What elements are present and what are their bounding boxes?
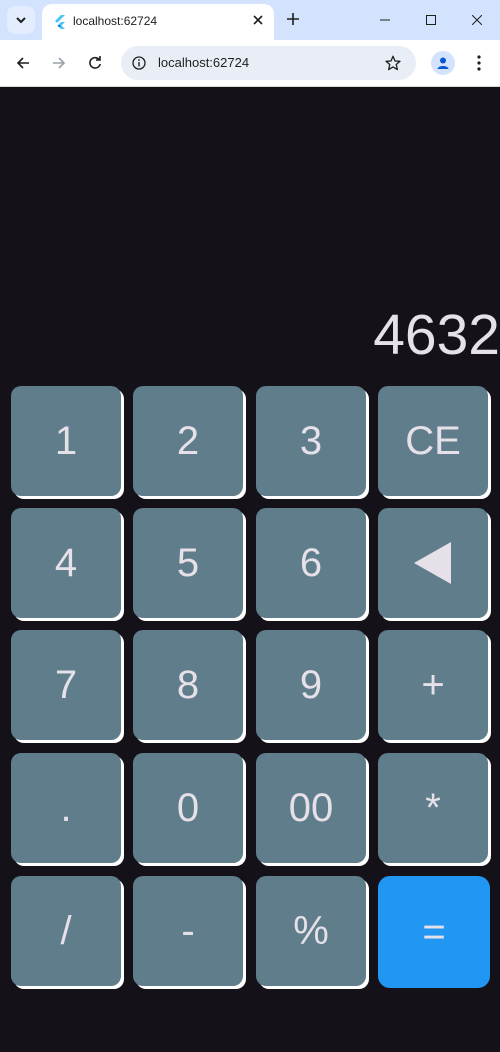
- info-icon: [132, 56, 146, 70]
- chevron-down-icon: [16, 17, 26, 24]
- key-3[interactable]: 3: [256, 386, 366, 496]
- key-6[interactable]: 6: [256, 508, 366, 618]
- key-7[interactable]: 7: [11, 630, 121, 740]
- key-decimal[interactable]: .: [11, 753, 121, 863]
- key-5[interactable]: 5: [133, 508, 243, 618]
- key-label: +: [421, 662, 445, 707]
- close-icon: [253, 15, 263, 25]
- tab-close-button[interactable]: [248, 10, 268, 30]
- key-label: *: [425, 785, 441, 830]
- maximize-button[interactable]: [408, 0, 454, 40]
- key-2[interactable]: 2: [133, 386, 243, 496]
- key-label: %: [293, 908, 329, 953]
- arrow-left-icon: [16, 57, 29, 69]
- calculator-app: 4632 1 2 3 CE 4 5 6 7 8 9 +. 0 00 * / -% =: [0, 87, 500, 1052]
- avatar-icon: [437, 57, 449, 69]
- key-label: CE: [405, 418, 461, 463]
- minimize-button[interactable]: [362, 0, 408, 40]
- minimize-icon: [380, 19, 390, 21]
- key-label: 0: [176, 785, 200, 830]
- key-minus[interactable]: -: [133, 876, 243, 986]
- tab-strip: localhost:62724: [0, 0, 500, 40]
- profile-button[interactable]: [431, 51, 455, 75]
- key-divide[interactable]: /: [11, 876, 121, 986]
- key-multiply[interactable]: *: [378, 753, 488, 863]
- browser-toolbar: localhost:62724: [0, 40, 500, 87]
- key-1[interactable]: 1: [11, 386, 121, 496]
- arrow-right-icon: [53, 57, 66, 69]
- flutter-favicon-icon: [55, 15, 65, 29]
- key-label: 9: [299, 662, 323, 707]
- key-label: 7: [54, 662, 78, 707]
- browser-menu-button[interactable]: [467, 49, 491, 77]
- key-label: 5: [176, 540, 200, 585]
- back-button[interactable]: [9, 49, 37, 77]
- key-label: 1: [54, 418, 78, 463]
- browser-tab[interactable]: localhost:62724: [42, 4, 274, 40]
- key-label: =: [422, 909, 446, 954]
- key-4[interactable]: 4: [11, 508, 121, 618]
- key-percent[interactable]: %: [256, 876, 366, 986]
- backspace-triangle-icon: [414, 542, 451, 584]
- key-label: 2: [176, 418, 200, 463]
- new-tab-button[interactable]: [282, 8, 304, 30]
- key-8[interactable]: 8: [133, 630, 243, 740]
- key-label: 6: [299, 540, 323, 585]
- tab-search-button[interactable]: [7, 6, 35, 34]
- more-vertical-icon: [477, 55, 481, 71]
- plus-icon: [287, 13, 299, 25]
- calculator-display: 4632: [373, 303, 500, 367]
- key-label: 3: [299, 418, 323, 463]
- key-label: 4: [54, 540, 78, 585]
- address-bar[interactable]: localhost:62724: [121, 46, 416, 80]
- window-close-button[interactable]: [454, 0, 500, 40]
- key-double-zero[interactable]: 00: [256, 753, 366, 863]
- reload-button[interactable]: [81, 49, 109, 77]
- site-info-button[interactable]: [127, 51, 151, 75]
- bookmark-button[interactable]: [382, 52, 404, 74]
- key-label: 00: [288, 785, 334, 830]
- key-plus[interactable]: +: [378, 630, 488, 740]
- key-0[interactable]: 0: [133, 753, 243, 863]
- key-label: .: [60, 785, 72, 830]
- forward-button[interactable]: [45, 49, 73, 77]
- key-clear-entry[interactable]: CE: [378, 386, 488, 496]
- key-label: /: [60, 908, 72, 953]
- key-label: 8: [176, 662, 200, 707]
- star-icon: [385, 55, 401, 71]
- maximize-icon: [426, 15, 436, 25]
- key-label: -: [181, 908, 195, 953]
- key-equals[interactable]: =: [378, 876, 490, 988]
- url-text[interactable]: localhost:62724: [158, 55, 249, 70]
- key-backspace[interactable]: [378, 508, 488, 618]
- key-9[interactable]: 9: [256, 630, 366, 740]
- close-icon: [472, 15, 482, 25]
- reload-icon: [89, 56, 101, 69]
- tab-title: localhost:62724: [73, 14, 158, 28]
